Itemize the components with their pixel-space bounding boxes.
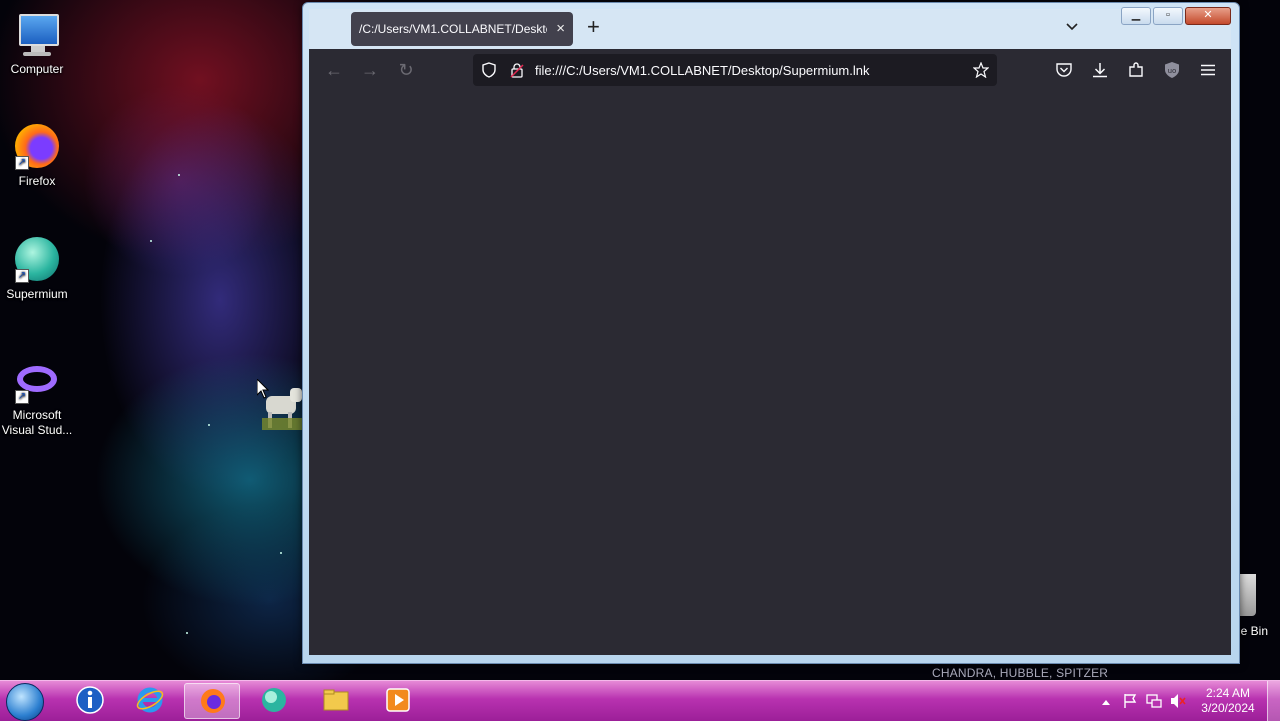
ublock-icon[interactable]: uo — [1163, 61, 1181, 79]
taskbar-app-firefox[interactable] — [184, 683, 240, 719]
clock-time: 2:24 AM — [1205, 686, 1251, 700]
back-arrow-icon[interactable]: ← — [323, 59, 345, 81]
volume-muted-icon[interactable] — [1170, 693, 1186, 709]
forward-arrow-icon[interactable]: → — [359, 59, 381, 81]
taskbar: 2:24 AM 3/20/2024 — [0, 680, 1280, 721]
window-caption-buttons: ▁ ▫ ✕ — [1121, 7, 1231, 25]
mouse-cursor-icon — [257, 379, 269, 399]
desktop-icon-computer[interactable]: Computer — [0, 10, 74, 77]
pocket-icon[interactable] — [1055, 61, 1073, 79]
shortcut-arrow-icon: ↗ — [15, 269, 29, 283]
desktop-icon-label: Firefox — [18, 174, 56, 188]
shield-icon[interactable] — [481, 62, 497, 78]
tab-active[interactable]: /C:/Users/VM1.COLLABNET/Desktop/Supermiu… — [351, 12, 573, 46]
start-button[interactable] — [6, 683, 44, 721]
star — [186, 632, 188, 634]
firefox-icon — [201, 689, 225, 713]
action-center-flag-icon[interactable] — [1122, 693, 1138, 709]
network-icon[interactable] — [1146, 693, 1162, 709]
desktop-icon-label: Supermium — [6, 287, 68, 301]
desktop-icon-firefox[interactable]: ↗ Firefox — [0, 122, 74, 189]
shortcut-arrow-icon: ↗ — [15, 156, 29, 170]
svg-text:uo: uo — [1168, 67, 1177, 75]
extensions-icon[interactable] — [1127, 61, 1145, 79]
media-player-icon — [386, 688, 410, 712]
browser-window: /C:/Users/VM1.COLLABNET/Desktop/Supermiu… — [302, 2, 1240, 664]
computer-icon — [13, 10, 61, 58]
desktop-icon-supermium[interactable]: ↗ Supermium — [0, 235, 74, 302]
reload-icon[interactable]: ↻ — [395, 59, 417, 81]
taskbar-app-info[interactable] — [62, 683, 118, 719]
tab-close-icon[interactable]: × — [556, 20, 565, 37]
page-content-area[interactable] — [309, 91, 1231, 655]
shortcut-arrow-icon: ↗ — [15, 390, 29, 404]
show-desktop-button[interactable] — [1267, 681, 1280, 721]
desktop-icon-label: Microsoft Visual Stud... — [1, 408, 73, 437]
minimize-button[interactable]: ▁ — [1121, 7, 1151, 25]
url-text: file:///C:/Users/VM1.COLLABNET/Desktop/S… — [535, 63, 870, 78]
tab-title: /C:/Users/VM1.COLLABNET/Desktop/Supermiu… — [359, 22, 547, 36]
url-bar[interactable]: file:///C:/Users/VM1.COLLABNET/Desktop/S… — [473, 54, 997, 86]
supermium-icon: ↗ — [13, 235, 61, 283]
visual-studio-icon: ↗ — [13, 356, 61, 404]
star — [280, 552, 282, 554]
close-window-button[interactable]: ✕ — [1185, 7, 1231, 25]
taskbar-app-file-explorer[interactable] — [308, 683, 364, 719]
supermium-icon — [262, 688, 286, 712]
download-icon[interactable] — [1091, 61, 1109, 79]
taskbar-app-supermium[interactable] — [246, 683, 302, 719]
star — [178, 174, 180, 176]
star — [208, 424, 210, 426]
clock-date: 3/20/2024 — [1201, 701, 1255, 715]
internet-explorer-icon — [136, 687, 164, 713]
hamburger-menu-icon[interactable] — [1199, 61, 1217, 79]
navigation-toolbar: ← → ↻ file:///C:/Users/VM1.COLLABNET/Des… — [309, 49, 1231, 91]
folder-icon — [323, 689, 349, 711]
system-clock[interactable]: 2:24 AM 3/20/2024 — [1196, 686, 1260, 716]
recycle-bin-label: le Bin — [1238, 624, 1269, 638]
info-icon — [76, 686, 104, 714]
tab-strip: /C:/Users/VM1.COLLABNET/Desktop/Supermiu… — [309, 9, 1231, 49]
new-tab-button[interactable]: + — [587, 16, 600, 38]
show-hidden-icons-icon[interactable] — [1100, 697, 1112, 707]
star — [150, 240, 152, 242]
lock-icon[interactable] — [509, 62, 525, 78]
maximize-button[interactable]: ▫ — [1153, 7, 1183, 25]
firefox-icon: ↗ — [13, 122, 61, 170]
desktop-icon-label: Computer — [10, 62, 64, 76]
taskbar-app-media-player[interactable] — [370, 683, 426, 719]
desktop-icon-visual-studio[interactable]: ↗ Microsoft Visual Stud... — [0, 356, 74, 438]
star-icon[interactable] — [973, 62, 989, 78]
list-all-tabs-chevron-icon[interactable] — [1065, 19, 1079, 33]
wallpaper-credit: CHANDRA, HUBBLE, SPITZER — [932, 666, 1109, 680]
taskbar-app-internet-explorer[interactable] — [122, 683, 178, 719]
